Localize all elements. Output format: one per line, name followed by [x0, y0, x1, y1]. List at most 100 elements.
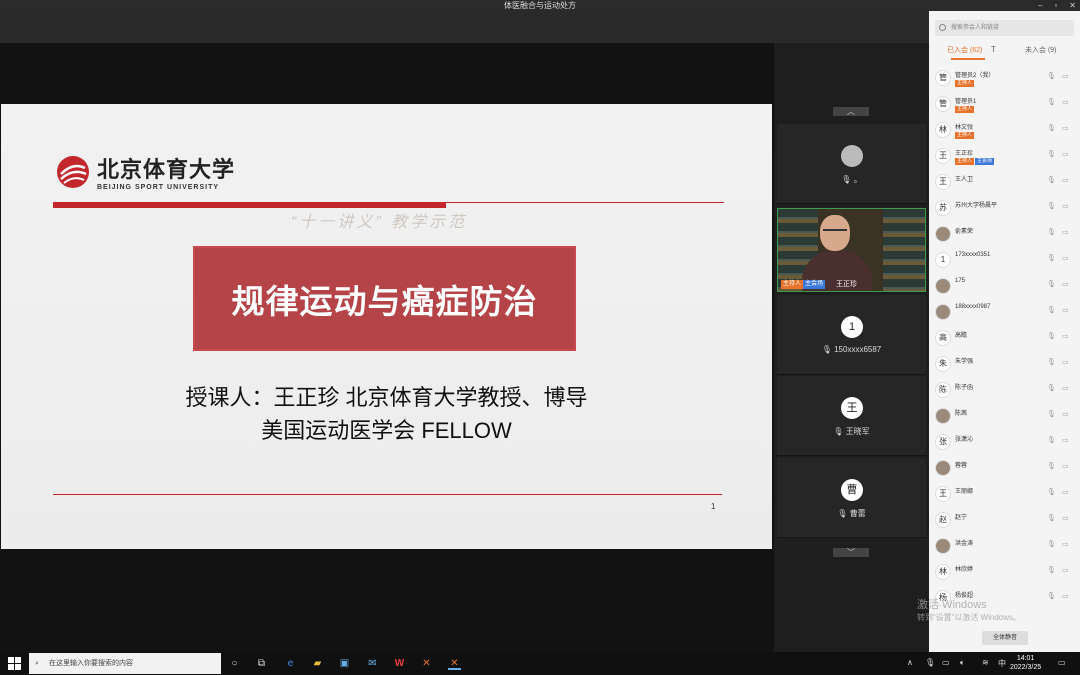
taskbar-search-input[interactable]: ⌕ 在这里输入你要搜索的内容 — [29, 653, 221, 674]
mail-icon[interactable]: ✉ — [366, 657, 379, 670]
participant-row[interactable]: 188xxxx0987 🎙︎ ▭ — [929, 300, 1080, 326]
mic-icon[interactable]: 🎙︎ — [1047, 254, 1056, 262]
camera-icon[interactable]: ▭ — [1062, 150, 1069, 158]
participant-row[interactable]: 蓉蓉 🎙︎ ▭ — [929, 456, 1080, 482]
camera-icon[interactable]: ▭ — [1062, 384, 1069, 392]
camera-icon[interactable]: ▭ — [1062, 592, 1069, 600]
avatar: 苏 — [935, 200, 951, 216]
video-tile[interactable]: 王 🎙︎ 王晓军 — [777, 376, 926, 456]
mic-icon[interactable]: 🎙︎ — [1047, 410, 1056, 418]
participant-row[interactable]: 管管理员1 主持人 🎙︎ ▭ — [929, 92, 1080, 118]
tray-network-icon[interactable]: ▭ — [942, 658, 950, 667]
mute-all-button[interactable]: 全体静音 — [982, 631, 1028, 645]
mic-icon[interactable]: 🎙︎ — [1047, 98, 1056, 106]
participant-row[interactable]: 苏苏州大学杨晨平 🎙︎ ▭ — [929, 196, 1080, 222]
scroll-up-button[interactable]: ︿ — [833, 107, 869, 116]
participant-row[interactable]: 林林文弢 主持人 🎙︎ ▭ — [929, 118, 1080, 144]
cortana-icon[interactable]: ○ — [228, 657, 241, 670]
mic-icon[interactable]: 🎙︎ — [1047, 592, 1056, 600]
participant-row[interactable]: 俞素荣 🎙︎ ▭ — [929, 222, 1080, 248]
mic-icon[interactable]: 🎙︎ — [1047, 488, 1056, 496]
windows-start-icon[interactable] — [8, 657, 21, 670]
mic-icon[interactable]: 🎙︎ — [1047, 176, 1056, 184]
tray-chevron-icon[interactable]: ∧ — [907, 658, 913, 667]
mic-icon[interactable]: 🎙︎ — [1047, 332, 1056, 340]
mic-icon[interactable]: 🎙︎ — [1047, 358, 1056, 366]
participant-row[interactable]: 陈陈子函 🎙︎ ▭ — [929, 378, 1080, 404]
participant-row[interactable]: 陈茜 🎙︎ ▭ — [929, 404, 1080, 430]
tray-mic-icon[interactable]: 🎙︎ — [925, 658, 935, 667]
avatar: 曹 — [841, 479, 863, 501]
task-view-icon[interactable]: ⧉ — [255, 657, 268, 670]
mic-icon[interactable]: 🎙︎ — [1047, 436, 1056, 444]
video-tile[interactable]: 1 🎙︎ 150xxxx6587 — [777, 295, 926, 375]
file-explorer-icon[interactable]: ▰ — [311, 657, 324, 670]
camera-icon[interactable]: ▭ — [1062, 72, 1069, 80]
video-tile[interactable]: 🎙︎ 。 — [777, 124, 926, 204]
close-button[interactable]: ✕ — [1069, 0, 1076, 11]
mic-icon[interactable]: 🎙︎ — [1047, 514, 1056, 522]
video-tile[interactable]: 曹 🎙︎ 曹蕾 — [777, 458, 926, 538]
camera-icon[interactable]: ▭ — [1062, 98, 1069, 106]
camera-icon[interactable]: ▭ — [1062, 176, 1069, 184]
mic-icon[interactable]: 🎙︎ — [1047, 566, 1056, 574]
camera-icon[interactable]: ▭ — [1062, 566, 1069, 574]
participant-row[interactable]: 王王丽娜 🎙︎ ▭ — [929, 482, 1080, 508]
participant-row[interactable]: 赵赵宁 🎙︎ ▭ — [929, 508, 1080, 534]
mic-icon[interactable]: 🎙︎ — [1047, 280, 1056, 288]
camera-icon[interactable]: ▭ — [1062, 332, 1069, 340]
mic-icon[interactable]: 🎙︎ — [1047, 306, 1056, 314]
ime-indicator[interactable]: 中 — [998, 658, 1006, 669]
participant-row[interactable]: 175 🎙︎ ▭ — [929, 274, 1080, 300]
store-icon[interactable]: ▣ — [338, 657, 351, 670]
camera-icon[interactable]: ▭ — [1062, 540, 1069, 548]
mic-icon[interactable]: 🎙︎ — [1047, 150, 1056, 158]
participant-row[interactable]: 朱朱学强 🎙︎ ▭ — [929, 352, 1080, 378]
participant-row[interactable]: 高高瞻 🎙︎ ▭ — [929, 326, 1080, 352]
camera-icon[interactable]: ▭ — [1062, 228, 1069, 236]
camera-icon[interactable]: ▭ — [1062, 462, 1069, 470]
meeting-app-active-icon[interactable]: ✕ — [448, 657, 461, 670]
camera-icon[interactable]: ▭ — [1062, 202, 1069, 210]
camera-icon[interactable]: ▭ — [1062, 514, 1069, 522]
taskbar-clock[interactable]: 14:01 2022/3/25 — [1010, 654, 1041, 672]
camera-icon[interactable]: ▭ — [1062, 280, 1069, 288]
active-speaker-video[interactable]: 主持人 主会场 王正珍 — [777, 208, 926, 292]
mic-icon[interactable]: 🎙︎ — [1047, 202, 1056, 210]
camera-icon[interactable]: ▭ — [1062, 124, 1069, 132]
meeting-app-icon[interactable]: ✕ — [420, 657, 433, 670]
tab-joined[interactable]: 已入会 (62) — [947, 45, 982, 55]
camera-icon[interactable]: ▭ — [1062, 358, 1069, 366]
participant-row[interactable]: 张张潇沁 🎙︎ ▭ — [929, 430, 1080, 456]
scroll-down-button[interactable]: ﹀ — [833, 548, 869, 557]
filter-icon[interactable]: T — [991, 45, 996, 54]
participant-row[interactable]: 洪金涛 🎙︎ ▭ — [929, 534, 1080, 560]
mic-icon[interactable]: 🎙︎ — [1047, 384, 1056, 392]
camera-icon[interactable]: ▭ — [1062, 410, 1069, 418]
maximize-button[interactable]: ▫ — [1054, 0, 1057, 11]
mic-icon[interactable]: 🎙︎ — [1047, 228, 1056, 236]
participant-search-input[interactable]: 搜索参会人和链接 — [935, 20, 1074, 36]
minimize-button[interactable]: – — [1038, 0, 1042, 11]
mic-icon[interactable]: 🎙︎ — [1047, 462, 1056, 470]
edge-browser-icon[interactable]: e — [284, 657, 297, 670]
mic-icon[interactable]: 🎙︎ — [1047, 72, 1056, 80]
participant-row[interactable]: 林林欣婷 🎙︎ ▭ — [929, 560, 1080, 586]
tab-not-joined[interactable]: 未入会 (9) — [1025, 45, 1057, 55]
tray-wifi-icon[interactable]: ≋ — [982, 658, 989, 667]
participant-row[interactable]: 王王正珍 主持人 主会场 🎙︎ ▭ — [929, 144, 1080, 170]
camera-icon[interactable]: ▭ — [1062, 306, 1069, 314]
tray-volume-icon[interactable]: 🔈︎ — [960, 658, 965, 668]
wps-icon[interactable]: W — [393, 657, 406, 670]
notification-icon[interactable]: ▭ — [1058, 658, 1066, 667]
participant-row[interactable]: 1 173xxxx0351 🎙︎ ▭ — [929, 248, 1080, 274]
mic-icon[interactable]: 🎙︎ — [1047, 540, 1056, 548]
windows-taskbar: ⌕ 在这里输入你要搜索的内容 ○ ⧉ e ▰ ▣ ✉ W ✕ ✕ ∧ 🎙︎ ▭ … — [0, 652, 1080, 675]
camera-icon[interactable]: ▭ — [1062, 436, 1069, 444]
camera-icon[interactable]: ▭ — [1062, 488, 1069, 496]
camera-icon[interactable]: ▭ — [1062, 254, 1069, 262]
participant-row[interactable]: 王王人卫 🎙︎ ▭ — [929, 170, 1080, 196]
participant-name: 王丽娜 — [955, 489, 974, 495]
participant-row[interactable]: 管管理员2（我） 主持人 🎙︎ ▭ — [929, 66, 1080, 92]
mic-icon[interactable]: 🎙︎ — [1047, 124, 1056, 132]
